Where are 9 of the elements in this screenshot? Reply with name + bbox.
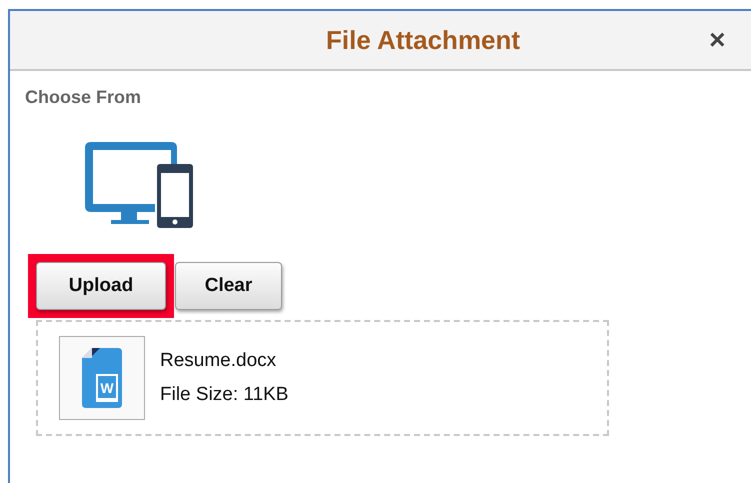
action-button[interactable]: Clear xyxy=(175,262,282,310)
file-name: Resume.docx xyxy=(160,350,278,372)
word-document-icon: W xyxy=(82,348,122,408)
dialog-title: File Attachment xyxy=(326,24,520,56)
close-button[interactable]: × xyxy=(705,24,730,56)
computer-and-phone-icon[interactable] xyxy=(83,142,195,228)
section-label: Choose From xyxy=(25,87,142,108)
action-button[interactable]: Upload xyxy=(36,262,166,310)
file-size: File Size: 11KB xyxy=(160,384,288,406)
